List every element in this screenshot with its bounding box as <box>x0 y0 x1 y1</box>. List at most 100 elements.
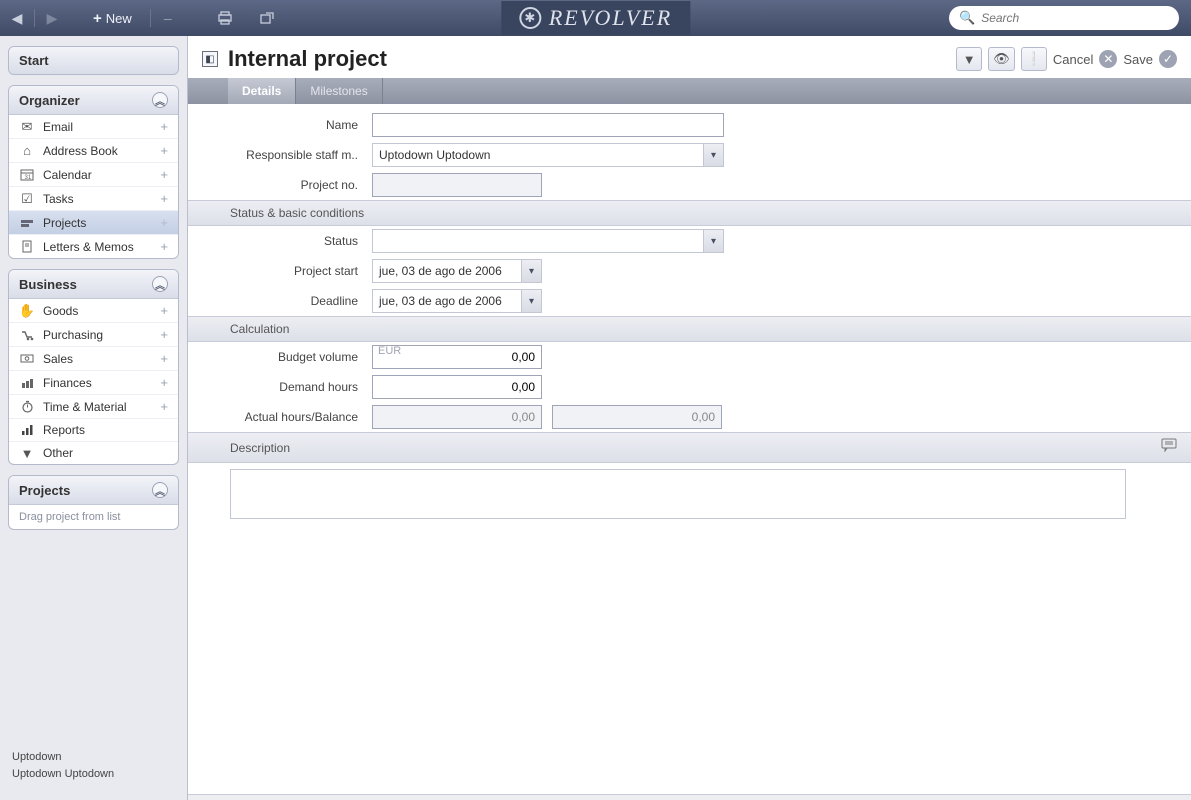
new-button[interactable]: + New <box>85 8 140 29</box>
demand-input[interactable] <box>372 375 542 399</box>
alert-button[interactable]: ❕ <box>1021 47 1047 71</box>
balance-input <box>552 405 722 429</box>
sidebar-item-label: Email <box>43 120 73 134</box>
alert-icon: ❕ <box>1026 51 1042 67</box>
cancel-button[interactable]: Cancel ✕ <box>1053 50 1117 68</box>
sidebar-item-label: Other <box>43 446 73 460</box>
add-icon[interactable]: + <box>160 375 168 390</box>
deadline-date[interactable]: jue, 03 de ago de 2006 ▾ <box>372 289 542 313</box>
chevron-down-icon[interactable]: ▾ <box>521 290 541 312</box>
sidebar-item-finances[interactable]: Finances + <box>9 371 178 395</box>
filter-button[interactable]: ▼ <box>956 47 982 71</box>
chevron-down-icon[interactable]: ▾ <box>703 144 723 166</box>
print-icon[interactable] <box>215 10 235 26</box>
save-button[interactable]: Save ✓ <box>1123 50 1177 68</box>
projects-collapse-button[interactable]: ︽ <box>152 482 168 498</box>
stopwatch-icon <box>19 400 35 414</box>
sidebar-item-label: Reports <box>43 423 85 437</box>
sidebar-item-label: Time & Material <box>43 400 127 414</box>
add-icon[interactable]: + <box>160 191 168 206</box>
sidebar-item-time-material[interactable]: Time & Material + <box>9 395 178 419</box>
sidebar-item-letters-memos[interactable]: Letters & Memos + <box>9 235 178 258</box>
sidebar-item-label: Address Book <box>43 144 118 158</box>
add-icon[interactable]: + <box>160 167 168 182</box>
add-icon[interactable]: + <box>160 143 168 158</box>
add-icon[interactable]: + <box>160 303 168 318</box>
footer-line-2: Uptodown Uptodown <box>12 766 175 783</box>
add-icon[interactable]: + <box>160 327 168 342</box>
tab-bar: Details Milestones <box>188 78 1191 104</box>
money-icon <box>19 352 35 366</box>
save-label: Save <box>1123 52 1153 67</box>
content-footer-border <box>188 794 1191 800</box>
footer-line-1: Uptodown <box>12 749 175 766</box>
add-icon[interactable]: + <box>160 215 168 230</box>
search-input[interactable] <box>981 11 1169 25</box>
project-start-date[interactable]: jue, 03 de ago de 2006 ▾ <box>372 259 542 283</box>
sidebar-item-projects[interactable]: Projects + <box>9 211 178 235</box>
name-input[interactable] <box>372 113 724 137</box>
sidebar-item-address-book[interactable]: ⌂ Address Book + <box>9 139 178 163</box>
projects-icon <box>19 216 35 230</box>
business-title: Business <box>19 277 77 292</box>
status-label: Status <box>202 234 372 248</box>
home-icon: ⌂ <box>19 144 35 158</box>
projects-panel-title: Projects <box>19 483 70 498</box>
sidebar-item-sales[interactable]: Sales + <box>9 347 178 371</box>
sidebar-item-reports[interactable]: Reports <box>9 419 178 442</box>
deadline-label: Deadline <box>202 294 372 308</box>
envelope-icon: ✉ <box>19 120 35 134</box>
collapse-content-icon[interactable]: ◧ <box>202 51 218 67</box>
sidebar-item-label: Tasks <box>43 192 74 206</box>
popout-icon[interactable] <box>257 10 277 26</box>
tab-milestones[interactable]: Milestones <box>296 78 382 104</box>
eye-button[interactable]: 👁 <box>988 47 1015 71</box>
sidebar-item-label: Sales <box>43 352 73 366</box>
minus-button[interactable]: – <box>161 11 175 25</box>
add-icon[interactable]: + <box>160 399 168 414</box>
chevron-down-icon[interactable]: ▾ <box>703 230 723 252</box>
deadline-value: jue, 03 de ago de 2006 <box>373 294 521 308</box>
sidebar-item-email[interactable]: ✉ Email + <box>9 115 178 139</box>
brand-gear-icon: ✱ <box>519 7 541 29</box>
document-icon <box>19 240 35 254</box>
nav-back-button[interactable]: ◀ <box>10 11 24 25</box>
projects-drop-area[interactable]: Drag project from list <box>9 505 178 529</box>
chevron-down-icon[interactable]: ▾ <box>521 260 541 282</box>
check-icon: ✓ <box>1159 50 1177 68</box>
sidebar-item-label: Letters & Memos <box>43 240 134 254</box>
sidebar-item-purchasing[interactable]: Purchasing + <box>9 323 178 347</box>
add-icon[interactable]: + <box>160 239 168 254</box>
add-icon[interactable]: + <box>160 119 168 134</box>
demand-label: Demand hours <box>202 380 372 394</box>
organizer-collapse-button[interactable]: ︽ <box>152 92 168 108</box>
project-start-label: Project start <box>202 264 372 278</box>
status-select[interactable]: ▾ <box>372 229 724 253</box>
cart-icon <box>19 328 35 342</box>
nav-forward-button[interactable]: ▶ <box>45 11 59 25</box>
bar-chart-icon <box>19 423 35 437</box>
sidebar-item-label: Finances <box>43 376 92 390</box>
svg-text:31: 31 <box>25 175 32 181</box>
sidebar-item-tasks[interactable]: ☑ Tasks + <box>9 187 178 211</box>
start-panel-title[interactable]: Start <box>19 53 49 68</box>
new-button-label: New <box>106 11 132 26</box>
top-toolbar: ◀ ▶ + New – ✱ revolver <box>0 0 1191 36</box>
sidebar-item-calendar[interactable]: 31 Calendar + <box>9 163 178 187</box>
check-icon: ☑ <box>19 192 35 206</box>
description-textarea[interactable] <box>230 469 1126 519</box>
sidebar-item-other[interactable]: ▼ Other <box>9 442 178 464</box>
footer-status: Uptodown Uptodown Uptodown <box>8 741 179 790</box>
name-label: Name <box>202 118 372 132</box>
sidebar: Start Organizer ︽ ✉ Email + ⌂ Addres <box>0 36 188 800</box>
search-box[interactable]: 🔍 <box>949 6 1179 30</box>
tab-details[interactable]: Details <box>228 78 296 104</box>
responsible-select[interactable]: Uptodown Uptodown ▾ <box>372 143 724 167</box>
add-icon[interactable]: + <box>160 351 168 366</box>
business-collapse-button[interactable]: ︽ <box>152 276 168 292</box>
note-icon[interactable] <box>1161 438 1177 457</box>
organizer-title: Organizer <box>19 93 80 108</box>
responsible-value: Uptodown Uptodown <box>373 148 703 162</box>
status-section-header: Status & basic conditions <box>188 200 1191 226</box>
sidebar-item-goods[interactable]: ✋ Goods + <box>9 299 178 323</box>
